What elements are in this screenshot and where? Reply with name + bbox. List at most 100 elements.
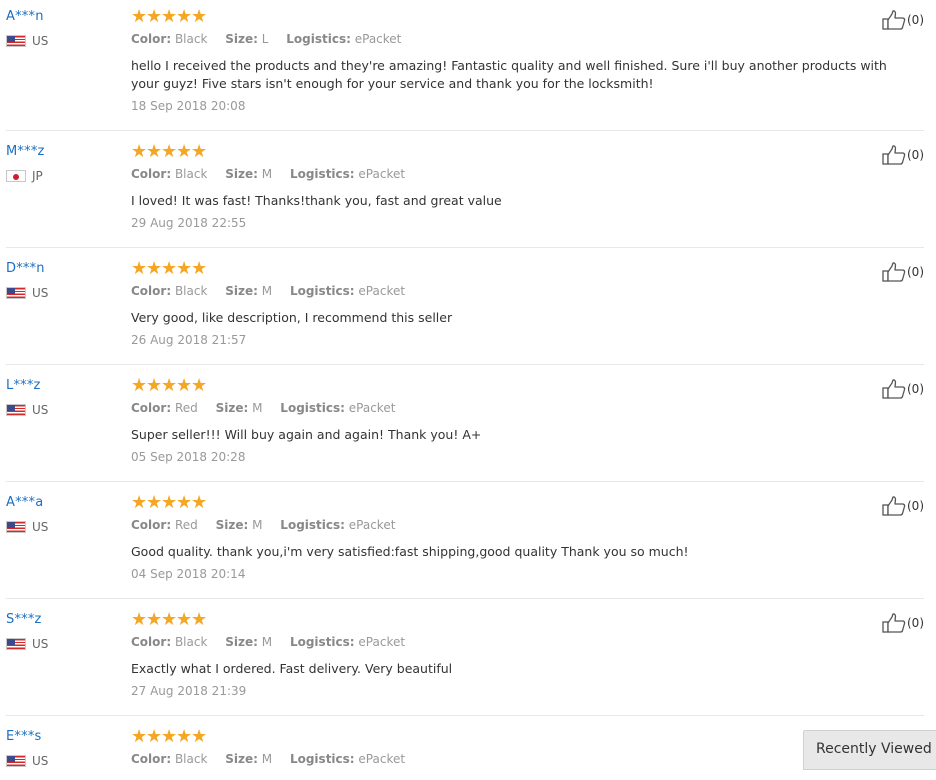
star-icon: ★ [176, 6, 193, 27]
reviewer-country: US [6, 520, 116, 534]
star-icon: ★ [131, 141, 148, 162]
reviewer-info: A***n US [6, 9, 116, 48]
attr-logistics-label: Logistics: [289, 167, 355, 181]
reviewer-name[interactable]: A***n [6, 9, 116, 25]
us-flag-icon [6, 35, 26, 47]
helpful-button[interactable]: (0) [882, 496, 924, 516]
helpful-button[interactable]: (0) [882, 262, 924, 282]
helpful-count: (0) [907, 13, 924, 27]
star-icon: ★ [161, 141, 178, 162]
attr-color: Color: Black [131, 167, 207, 181]
attr-color: Color: Black [131, 752, 207, 766]
attr-color-label: Color: [131, 752, 172, 766]
reviewer-name[interactable]: A***a [6, 495, 116, 511]
attr-color-value: Red [174, 401, 198, 415]
attr-size: Size: M [225, 635, 272, 649]
helpful-button[interactable]: (0) [882, 379, 924, 399]
attr-logistics-value: ePacket [358, 167, 406, 181]
star-icon: ★ [131, 726, 148, 747]
star-icon: ★ [146, 492, 163, 513]
reviewer-name[interactable]: L***z [6, 378, 116, 394]
star-icon: ★ [131, 258, 148, 279]
star-rating: ★ ★ ★ ★ ★ [131, 377, 911, 395]
star-icon: ★ [161, 492, 178, 513]
attr-logistics: Logistics: ePacket [286, 32, 401, 46]
attr-color-label: Color: [131, 167, 172, 181]
recently-viewed-tab[interactable]: Recently Viewed [803, 730, 936, 770]
attr-color-value: Black [174, 32, 208, 46]
thumbs-up-icon[interactable] [882, 379, 906, 399]
star-icon: ★ [176, 492, 193, 513]
attr-color-value: Black [174, 284, 208, 298]
star-icon: ★ [191, 609, 208, 630]
us-flag-icon [6, 521, 26, 533]
star-icon: ★ [191, 726, 208, 747]
star-icon: ★ [161, 726, 178, 747]
reviewer-country: US [6, 637, 116, 651]
review-item: A***n US ★ ★ ★ ★ ★ Color: Black Size: L Logi… [6, 0, 924, 131]
review-content: ★ ★ ★ ★ ★ Color: Red Size: M Logistics: ePac… [131, 377, 911, 465]
attr-size: Size: M [216, 518, 263, 532]
reviewer-info: A***a US [6, 495, 116, 534]
attr-logistics: Logistics: ePacket [280, 401, 395, 415]
helpful-count: (0) [907, 265, 924, 279]
reviewer-country: JP [6, 169, 116, 183]
reviewer-name[interactable]: M***z [6, 144, 116, 160]
review-item: A***a US ★ ★ ★ ★ ★ Color: Red Size: M Logist… [6, 486, 924, 599]
thumbs-up-icon[interactable] [882, 496, 906, 516]
reviewer-country: US [6, 754, 116, 768]
review-content: ★ ★ ★ ★ ★ Color: Black Size: M Logistics: eP… [131, 728, 911, 777]
reviewer-info: M***z JP [6, 144, 116, 183]
star-rating: ★ ★ ★ ★ ★ [131, 494, 911, 512]
star-icon: ★ [146, 258, 163, 279]
attr-color-label: Color: [131, 284, 172, 298]
reviewer-name[interactable]: E***s [6, 729, 116, 745]
star-icon: ★ [146, 609, 163, 630]
reviewer-country: US [6, 286, 116, 300]
attr-size: Size: M [225, 752, 272, 766]
reviewer-name[interactable]: S***z [6, 612, 116, 628]
reviewer-info: D***n US [6, 261, 116, 300]
star-icon: ★ [131, 375, 148, 396]
order-attributes: Color: Black Size: M Logistics: ePacket [131, 635, 911, 649]
attr-size: Size: M [216, 401, 263, 415]
star-icon: ★ [176, 726, 193, 747]
country-code: US [32, 754, 49, 768]
star-icon: ★ [131, 609, 148, 630]
attr-size-label: Size: [225, 635, 258, 649]
attr-size-label: Size: [215, 401, 249, 415]
attr-color: Color: Black [131, 284, 207, 298]
star-rating: ★ ★ ★ ★ ★ [131, 8, 911, 26]
review-item: D***n US ★ ★ ★ ★ ★ Color: Black Size: M Logi… [6, 252, 924, 365]
star-icon: ★ [146, 6, 163, 27]
attr-color: Color: Red [131, 401, 198, 415]
thumbs-up-icon[interactable] [882, 613, 906, 633]
thumbs-up-icon[interactable] [882, 10, 906, 30]
helpful-count: (0) [907, 499, 924, 513]
review-content: ★ ★ ★ ★ ★ Color: Black Size: M Logistics: eP… [131, 609, 911, 699]
star-icon: ★ [146, 726, 163, 747]
attr-size-value: M [252, 401, 263, 415]
thumbs-up-icon[interactable] [882, 262, 906, 282]
attr-logistics: Logistics: ePacket [290, 752, 405, 766]
helpful-count: (0) [907, 616, 924, 630]
thumbs-up-icon[interactable] [882, 145, 906, 165]
star-rating: ★ ★ ★ ★ ★ [131, 260, 911, 278]
reviewer-info: L***z US [6, 378, 116, 417]
attr-size-value: M [261, 752, 273, 766]
review-item: E***s US ★ ★ ★ ★ ★ Color: Black Size: M Logi… [6, 720, 924, 780]
attr-size-value: M [252, 518, 263, 532]
helpful-button[interactable]: (0) [882, 10, 924, 30]
attr-size: Size: L [225, 32, 268, 46]
reviewer-name[interactable]: D***n [6, 261, 116, 277]
star-icon: ★ [176, 141, 193, 162]
review-item: S***z US ★ ★ ★ ★ ★ Color: Black Size: M Logi… [6, 603, 924, 716]
helpful-count: (0) [907, 382, 924, 396]
attr-color-value: Black [174, 635, 208, 649]
attr-logistics-label: Logistics: [289, 752, 355, 766]
attr-color-label: Color: [131, 518, 172, 532]
helpful-button[interactable]: (0) [882, 145, 924, 165]
star-icon: ★ [161, 375, 178, 396]
review-text: Good quality. thank you,i'm very satisfi… [131, 544, 689, 559]
helpful-button[interactable]: (0) [882, 613, 924, 633]
